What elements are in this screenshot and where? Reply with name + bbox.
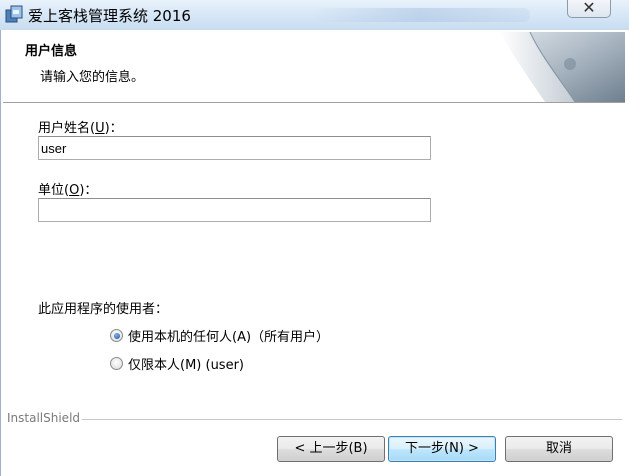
radio-anyone-row[interactable]: 使用本机的任何人(A)（所有用户） [110, 326, 329, 345]
title-bar: 爱上客栈管理系统 2016 ✕ [0, 0, 629, 30]
users-heading: 此应用程序的使用者： [38, 302, 169, 317]
page-subtitle: 请输入您的信息。 [40, 70, 145, 85]
close-icon: ✕ [582, 0, 596, 17]
title-bar-background-blur [310, 8, 530, 22]
radio-anyone-label: 使用本机的任何人(A)（所有用户） [128, 330, 330, 345]
next-button[interactable]: 下一步(N) > [388, 436, 496, 462]
window-title: 爱上客栈管理系统 2016 [28, 7, 191, 25]
organization-label: 单位(O)： [38, 183, 98, 198]
username-label: 用户姓名(U)： [38, 121, 123, 136]
username-field[interactable] [38, 136, 431, 160]
radio-only-me-row[interactable]: 仅限本人(M) (user) [110, 354, 244, 373]
page-title: 用户信息 [25, 44, 78, 59]
radio-anyone[interactable] [110, 329, 123, 342]
radio-only-me[interactable] [110, 357, 123, 370]
installshield-brand: InstallShield [7, 411, 81, 425]
installer-app-icon [5, 5, 23, 23]
page-curl-graphic [500, 32, 625, 102]
close-button[interactable]: ✕ [567, 0, 611, 18]
footer-divider [82, 419, 622, 420]
radio-only-me-label: 仅限本人(M) (user) [128, 358, 244, 373]
header-banner: 用户信息 请输入您的信息。 [3, 32, 625, 103]
organization-field[interactable] [38, 198, 431, 222]
cancel-button[interactable]: 取消 [505, 436, 613, 462]
back-button[interactable]: < 上一步(B) [277, 436, 385, 462]
